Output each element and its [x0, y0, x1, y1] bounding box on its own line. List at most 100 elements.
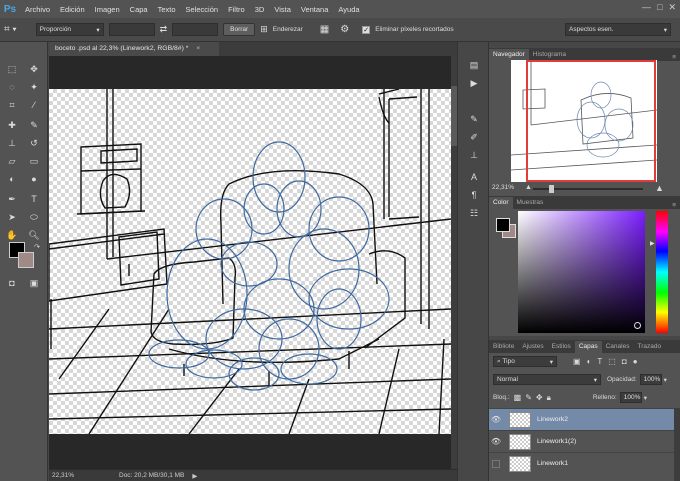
- menu-seleccion[interactable]: Selección: [181, 5, 224, 14]
- menu-imagen[interactable]: Imagen: [90, 5, 125, 14]
- quick-mask-icon[interactable]: ◘: [5, 276, 19, 290]
- swap-icon[interactable]: ⇄: [160, 24, 168, 35]
- opacity-field[interactable]: 100%: [639, 374, 662, 385]
- fill-field[interactable]: 100%: [619, 392, 642, 403]
- actions-panel-icon[interactable]: ▶: [467, 76, 481, 90]
- hue-slider[interactable]: [656, 211, 668, 333]
- layers-scrollbar[interactable]: [674, 408, 680, 481]
- chevron-down-icon[interactable]: ▾: [644, 394, 647, 402]
- hand-tool-icon[interactable]: ✋: [5, 228, 19, 242]
- menu-3d[interactable]: 3D: [250, 5, 270, 14]
- clear-button[interactable]: Borrar: [223, 23, 256, 36]
- type-tool-icon[interactable]: T: [27, 192, 41, 206]
- shape-tool-icon[interactable]: ⬭: [27, 210, 41, 224]
- canvas-area[interactable]: [49, 56, 457, 469]
- navigator-zoom-handle[interactable]: [549, 185, 554, 193]
- menu-vista[interactable]: Vista: [269, 5, 296, 14]
- color-picker-field[interactable]: [518, 211, 645, 333]
- menu-archivo[interactable]: Archivo: [20, 5, 55, 14]
- eye-hidden-box[interactable]: [492, 459, 500, 468]
- menu-capa[interactable]: Capa: [125, 5, 153, 14]
- delete-cropped-checkbox[interactable]: ✓: [362, 25, 371, 34]
- document-canvas[interactable]: [49, 88, 452, 435]
- eye-icon[interactable]: 👁: [489, 437, 503, 446]
- straighten-icon[interactable]: ⊞: [260, 24, 268, 35]
- tab-color[interactable]: Color: [489, 197, 513, 209]
- clone-source-icon[interactable]: ⊥: [467, 148, 481, 162]
- chevron-down-icon[interactable]: ▾: [664, 376, 667, 384]
- tab-swatches[interactable]: Muestras: [513, 197, 548, 209]
- minimize-button[interactable]: —: [642, 2, 651, 13]
- grid-overlay-icon[interactable]: ▦: [320, 24, 329, 35]
- maximize-button[interactable]: □: [657, 2, 662, 13]
- paragraph-panel-icon[interactable]: ¶: [467, 188, 481, 202]
- pen-tool-icon[interactable]: ✒: [5, 192, 19, 206]
- gradient-tool-icon[interactable]: ▭: [27, 154, 41, 168]
- filter-pixel-icon[interactable]: ▣: [573, 357, 581, 366]
- marquee-tool-icon[interactable]: ⬚: [5, 62, 19, 76]
- hue-slider-arrow-icon[interactable]: ▶: [650, 240, 655, 247]
- status-menu-arrow-icon[interactable]: ▶: [192, 472, 197, 480]
- filter-shape-icon[interactable]: ⬚: [608, 357, 616, 366]
- filter-type-icon[interactable]: T: [597, 357, 602, 366]
- healing-brush-icon[interactable]: ✚: [5, 118, 19, 132]
- clone-stamp-icon[interactable]: ⊥: [5, 136, 19, 150]
- character-panel-icon[interactable]: A: [467, 170, 481, 184]
- panel-menu-icon[interactable]: ≡: [672, 54, 680, 61]
- menu-ventana[interactable]: Ventana: [296, 5, 334, 14]
- zoom-out-icon[interactable]: ▲: [525, 184, 532, 191]
- layer-row[interactable]: 👁 Linework1(2): [489, 430, 674, 452]
- lock-transparent-icon[interactable]: ▩: [514, 393, 522, 402]
- layer-row[interactable]: Linework1: [489, 452, 674, 474]
- tab-channels[interactable]: Canales: [602, 341, 634, 353]
- magic-wand-icon[interactable]: ✦: [27, 80, 41, 94]
- lasso-tool-icon[interactable]: ◌: [5, 80, 19, 94]
- tab-libraries[interactable]: Bibliote: [489, 341, 518, 353]
- menu-edicion[interactable]: Edición: [55, 5, 90, 14]
- crop-tool-icon[interactable]: ⌗: [5, 98, 19, 112]
- ratio-select[interactable]: Proporción ▾: [35, 23, 104, 36]
- eraser-tool-icon[interactable]: ▱: [5, 154, 19, 168]
- height-field[interactable]: [172, 23, 219, 36]
- eye-icon[interactable]: 👁: [489, 415, 503, 424]
- zoom-level[interactable]: 22,31%: [49, 472, 89, 479]
- foreground-swatch[interactable]: [496, 218, 510, 232]
- dodge-tool-icon[interactable]: ●: [27, 172, 41, 186]
- tab-layers[interactable]: Capas: [574, 341, 602, 353]
- move-tool-icon[interactable]: ✥: [27, 62, 41, 76]
- workspace-select[interactable]: Aspectos esen. ▾: [565, 23, 671, 36]
- filter-toggle-icon[interactable]: ●: [633, 357, 638, 366]
- navigator-zoom-value[interactable]: 22,31%: [492, 184, 514, 191]
- close-button[interactable]: ✕: [668, 2, 676, 13]
- panel-menu-icon[interactable]: ≡: [672, 202, 680, 209]
- crop-tool-preset-icon[interactable]: ⌗ ▾: [4, 24, 17, 35]
- screen-mode-icon[interactable]: ▣: [27, 276, 41, 290]
- navigator-view-box[interactable]: [526, 60, 656, 182]
- document-tab[interactable]: boceto .psd al 22,3% (Linework2, RGB/8#)…: [49, 42, 219, 56]
- width-field[interactable]: [108, 23, 155, 36]
- history-brush-icon[interactable]: ↺: [27, 136, 41, 150]
- filter-adjust-icon[interactable]: ◐: [587, 357, 592, 366]
- filter-smart-icon[interactable]: ◘: [622, 357, 627, 366]
- layer-row[interactable]: 👁 Linework2: [489, 408, 674, 430]
- layer-filter-select[interactable]: ⌕ Tipo ▾: [493, 356, 557, 367]
- lock-all-icon[interactable]: 🔒︎: [547, 393, 551, 403]
- menu-ayuda[interactable]: Ayuda: [333, 5, 364, 14]
- tab-adjustments[interactable]: Ajustes: [518, 341, 547, 353]
- lock-position-icon[interactable]: ✥: [536, 393, 543, 402]
- menu-filtro[interactable]: Filtro: [223, 5, 250, 14]
- blur-tool-icon[interactable]: ◐: [5, 172, 19, 186]
- straighten-label[interactable]: Enderezar: [273, 26, 303, 33]
- path-selection-icon[interactable]: ➤: [5, 210, 19, 224]
- menu-texto[interactable]: Texto: [153, 5, 181, 14]
- history-panel-icon[interactable]: ▤: [467, 58, 481, 72]
- lock-pixels-icon[interactable]: ✎: [525, 393, 532, 402]
- ps-logo[interactable]: Ps: [0, 0, 20, 18]
- close-tab-icon[interactable]: ×: [196, 45, 200, 52]
- tab-paths[interactable]: Trazado: [633, 341, 665, 353]
- brush-presets-icon[interactable]: ✐: [467, 130, 481, 144]
- background-color[interactable]: [18, 252, 34, 268]
- settings-gear-icon[interactable]: ⚙: [340, 24, 349, 35]
- blend-mode-select[interactable]: Normal ▾: [493, 374, 601, 385]
- tab-styles[interactable]: Estilos: [548, 341, 575, 353]
